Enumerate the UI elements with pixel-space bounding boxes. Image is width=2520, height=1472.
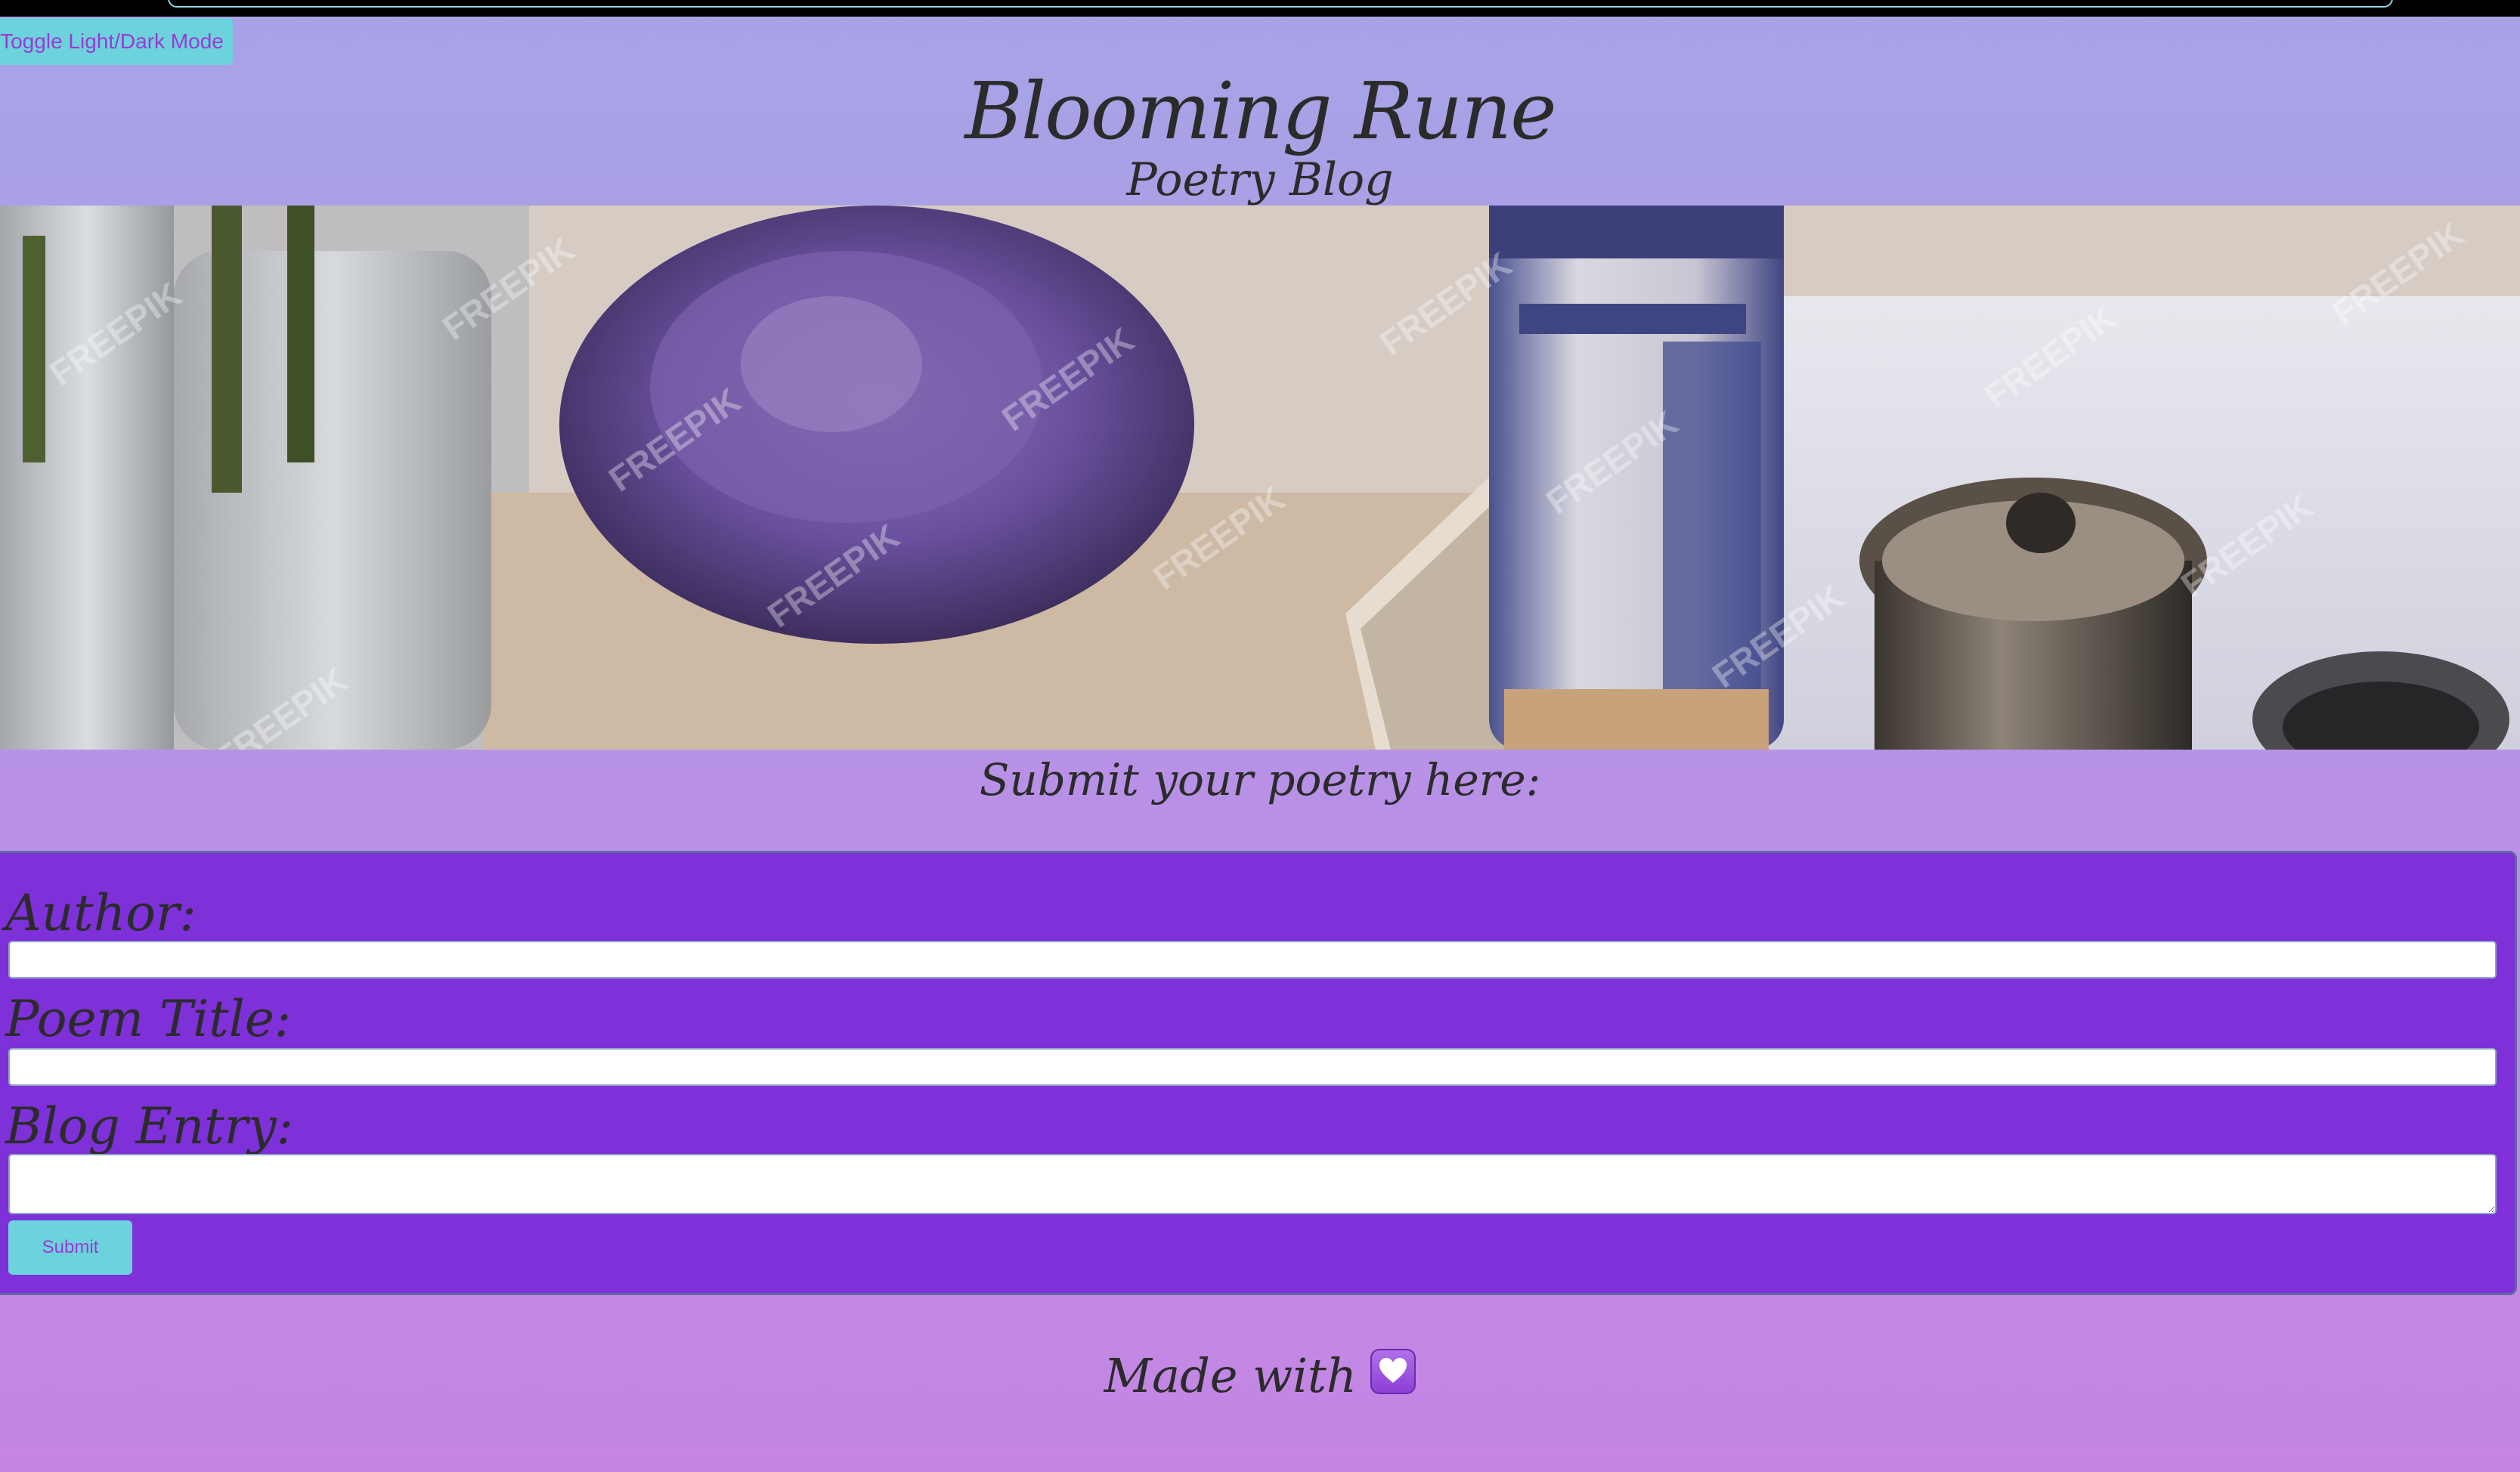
top-strip-bar bbox=[168, 0, 2393, 8]
author-input[interactable] bbox=[8, 941, 2497, 979]
submit-heading: Submit your poetry here: bbox=[979, 754, 1541, 806]
poem-title-input[interactable] bbox=[8, 1048, 2497, 1086]
purple-heart-icon bbox=[1370, 1349, 1416, 1394]
author-label: Author: bbox=[5, 884, 197, 942]
poetry-form: Author: Poem Title: Blog Entry: Submit bbox=[0, 851, 2517, 1295]
site-subtitle: Poetry Blog bbox=[1126, 153, 1394, 206]
footer: Made with bbox=[0, 1342, 2520, 1410]
blog-entry-textarea[interactable] bbox=[8, 1154, 2497, 1214]
site-title: Blooming Rune bbox=[964, 65, 1556, 157]
hero-image: FREEPIK FREEPIK FREEPIK FREEPIK FREEPIK … bbox=[0, 206, 2520, 750]
browser-top-strip bbox=[0, 0, 2520, 17]
hero-illustration: FREEPIK FREEPIK FREEPIK FREEPIK FREEPIK … bbox=[0, 206, 2520, 750]
blog-entry-label: Blog Entry: bbox=[5, 1097, 293, 1155]
footer-text: Made with bbox=[1104, 1348, 1357, 1403]
poem-title-label: Poem Title: bbox=[5, 990, 292, 1048]
submit-button[interactable]: Submit bbox=[8, 1220, 132, 1275]
toggle-theme-button[interactable]: Toggle Light/Dark Mode bbox=[0, 18, 233, 65]
